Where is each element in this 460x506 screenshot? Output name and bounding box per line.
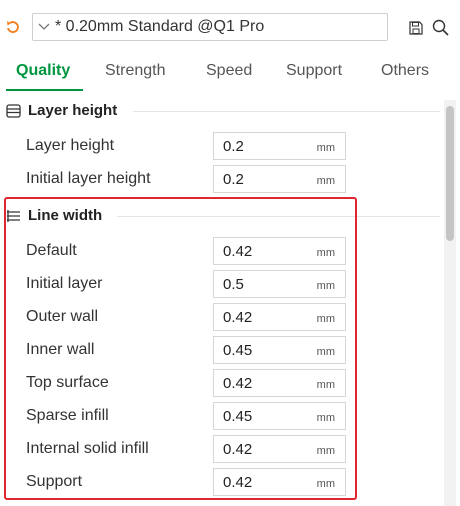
- section-divider: [117, 216, 440, 217]
- inner-wall-line-width-input[interactable]: 0.45 mm: [213, 336, 346, 364]
- tab-strength[interactable]: Strength: [105, 62, 165, 80]
- unit-label: mm: [316, 280, 335, 292]
- input-value: 0.42: [223, 474, 253, 491]
- search-icon[interactable]: [432, 19, 449, 36]
- top-surface-line-width-input[interactable]: 0.42 mm: [213, 369, 346, 397]
- setting-label: Initial layer: [26, 275, 103, 292]
- outer-wall-line-width-input[interactable]: 0.42 mm: [213, 303, 346, 331]
- settings-tabs: Quality Strength Speed Support Others: [0, 60, 460, 92]
- setting-label: Top surface: [26, 374, 109, 391]
- setting-row-initial-layer: Initial layer 0.5 mm: [0, 270, 440, 300]
- layer-height-input[interactable]: 0.2 mm: [213, 132, 346, 160]
- chevron-down-icon: [38, 23, 50, 30]
- unit-label: mm: [316, 478, 335, 490]
- input-value: 0.42: [223, 309, 253, 326]
- setting-row-support: Support 0.42 mm: [0, 468, 440, 498]
- scrollbar[interactable]: [444, 100, 456, 506]
- section-divider: [133, 111, 440, 112]
- input-value: 0.42: [223, 375, 253, 392]
- save-icon[interactable]: [409, 21, 423, 35]
- preset-toolbar: * 0.20mm Standard @Q1 Pro: [0, 0, 460, 52]
- setting-label: Internal solid infill: [26, 440, 149, 457]
- sparse-infill-line-width-input[interactable]: 0.45 mm: [213, 402, 346, 430]
- input-value: 0.5: [223, 276, 244, 293]
- setting-row-initial-layer-height: Initial layer height 0.2 mm: [0, 165, 440, 195]
- layer-stack-icon: [6, 104, 21, 118]
- setting-label: Support: [26, 473, 83, 490]
- unit-label: mm: [316, 175, 335, 187]
- support-line-width-input[interactable]: 0.42 mm: [213, 468, 346, 496]
- unit-label: mm: [316, 412, 335, 424]
- section-title: Layer height: [28, 102, 118, 119]
- setting-row-inner-wall: Inner wall 0.45 mm: [0, 336, 440, 366]
- setting-label: Sparse infill: [26, 407, 109, 424]
- setting-row-internal-solid-infill: Internal solid infill 0.42 mm: [0, 435, 440, 465]
- default-line-width-input[interactable]: 0.42 mm: [213, 237, 346, 265]
- input-value: 0.45: [223, 408, 253, 425]
- initial-layer-height-input[interactable]: 0.2 mm: [213, 165, 346, 193]
- setting-label: Default: [26, 242, 77, 259]
- unit-label: mm: [316, 247, 335, 259]
- setting-row-layer-height: Layer height 0.2 mm: [0, 132, 440, 162]
- internal-solid-infill-line-width-input[interactable]: 0.42 mm: [213, 435, 346, 463]
- input-value: 0.2: [223, 171, 244, 188]
- section-header-line-width: Line width: [0, 205, 440, 227]
- unit-label: mm: [316, 346, 335, 358]
- setting-row-outer-wall: Outer wall 0.42 mm: [0, 303, 440, 333]
- setting-label: Initial layer height: [26, 170, 151, 187]
- section-title: Line width: [28, 207, 103, 224]
- tab-others[interactable]: Others: [381, 62, 429, 80]
- input-value: 0.45: [223, 342, 253, 359]
- preset-dropdown[interactable]: * 0.20mm Standard @Q1 Pro: [32, 13, 388, 41]
- line-width-icon: [7, 210, 20, 222]
- unit-label: mm: [316, 379, 335, 391]
- input-value: 0.2: [223, 138, 244, 155]
- setting-row-top-surface: Top surface 0.42 mm: [0, 369, 440, 399]
- setting-row-sparse-infill: Sparse infill 0.45 mm: [0, 402, 440, 432]
- unit-label: mm: [316, 445, 335, 457]
- reset-arrow-icon[interactable]: [5, 19, 21, 35]
- unit-label: mm: [316, 313, 335, 325]
- initial-layer-line-width-input[interactable]: 0.5 mm: [213, 270, 346, 298]
- active-tab-indicator: [6, 89, 83, 91]
- tab-quality[interactable]: Quality: [16, 62, 70, 80]
- unit-label: mm: [316, 142, 335, 154]
- input-value: 0.42: [223, 441, 253, 458]
- preset-label: * 0.20mm Standard @Q1 Pro: [55, 18, 265, 35]
- scrollbar-thumb[interactable]: [446, 106, 454, 241]
- setting-label: Layer height: [26, 137, 115, 154]
- input-value: 0.42: [223, 243, 253, 260]
- setting-label: Outer wall: [26, 308, 99, 325]
- setting-row-default: Default 0.42 mm: [0, 237, 440, 267]
- tab-speed[interactable]: Speed: [206, 62, 252, 80]
- tab-support[interactable]: Support: [286, 62, 342, 80]
- section-header-layer-height: Layer height: [0, 100, 440, 122]
- setting-label: Inner wall: [26, 341, 95, 358]
